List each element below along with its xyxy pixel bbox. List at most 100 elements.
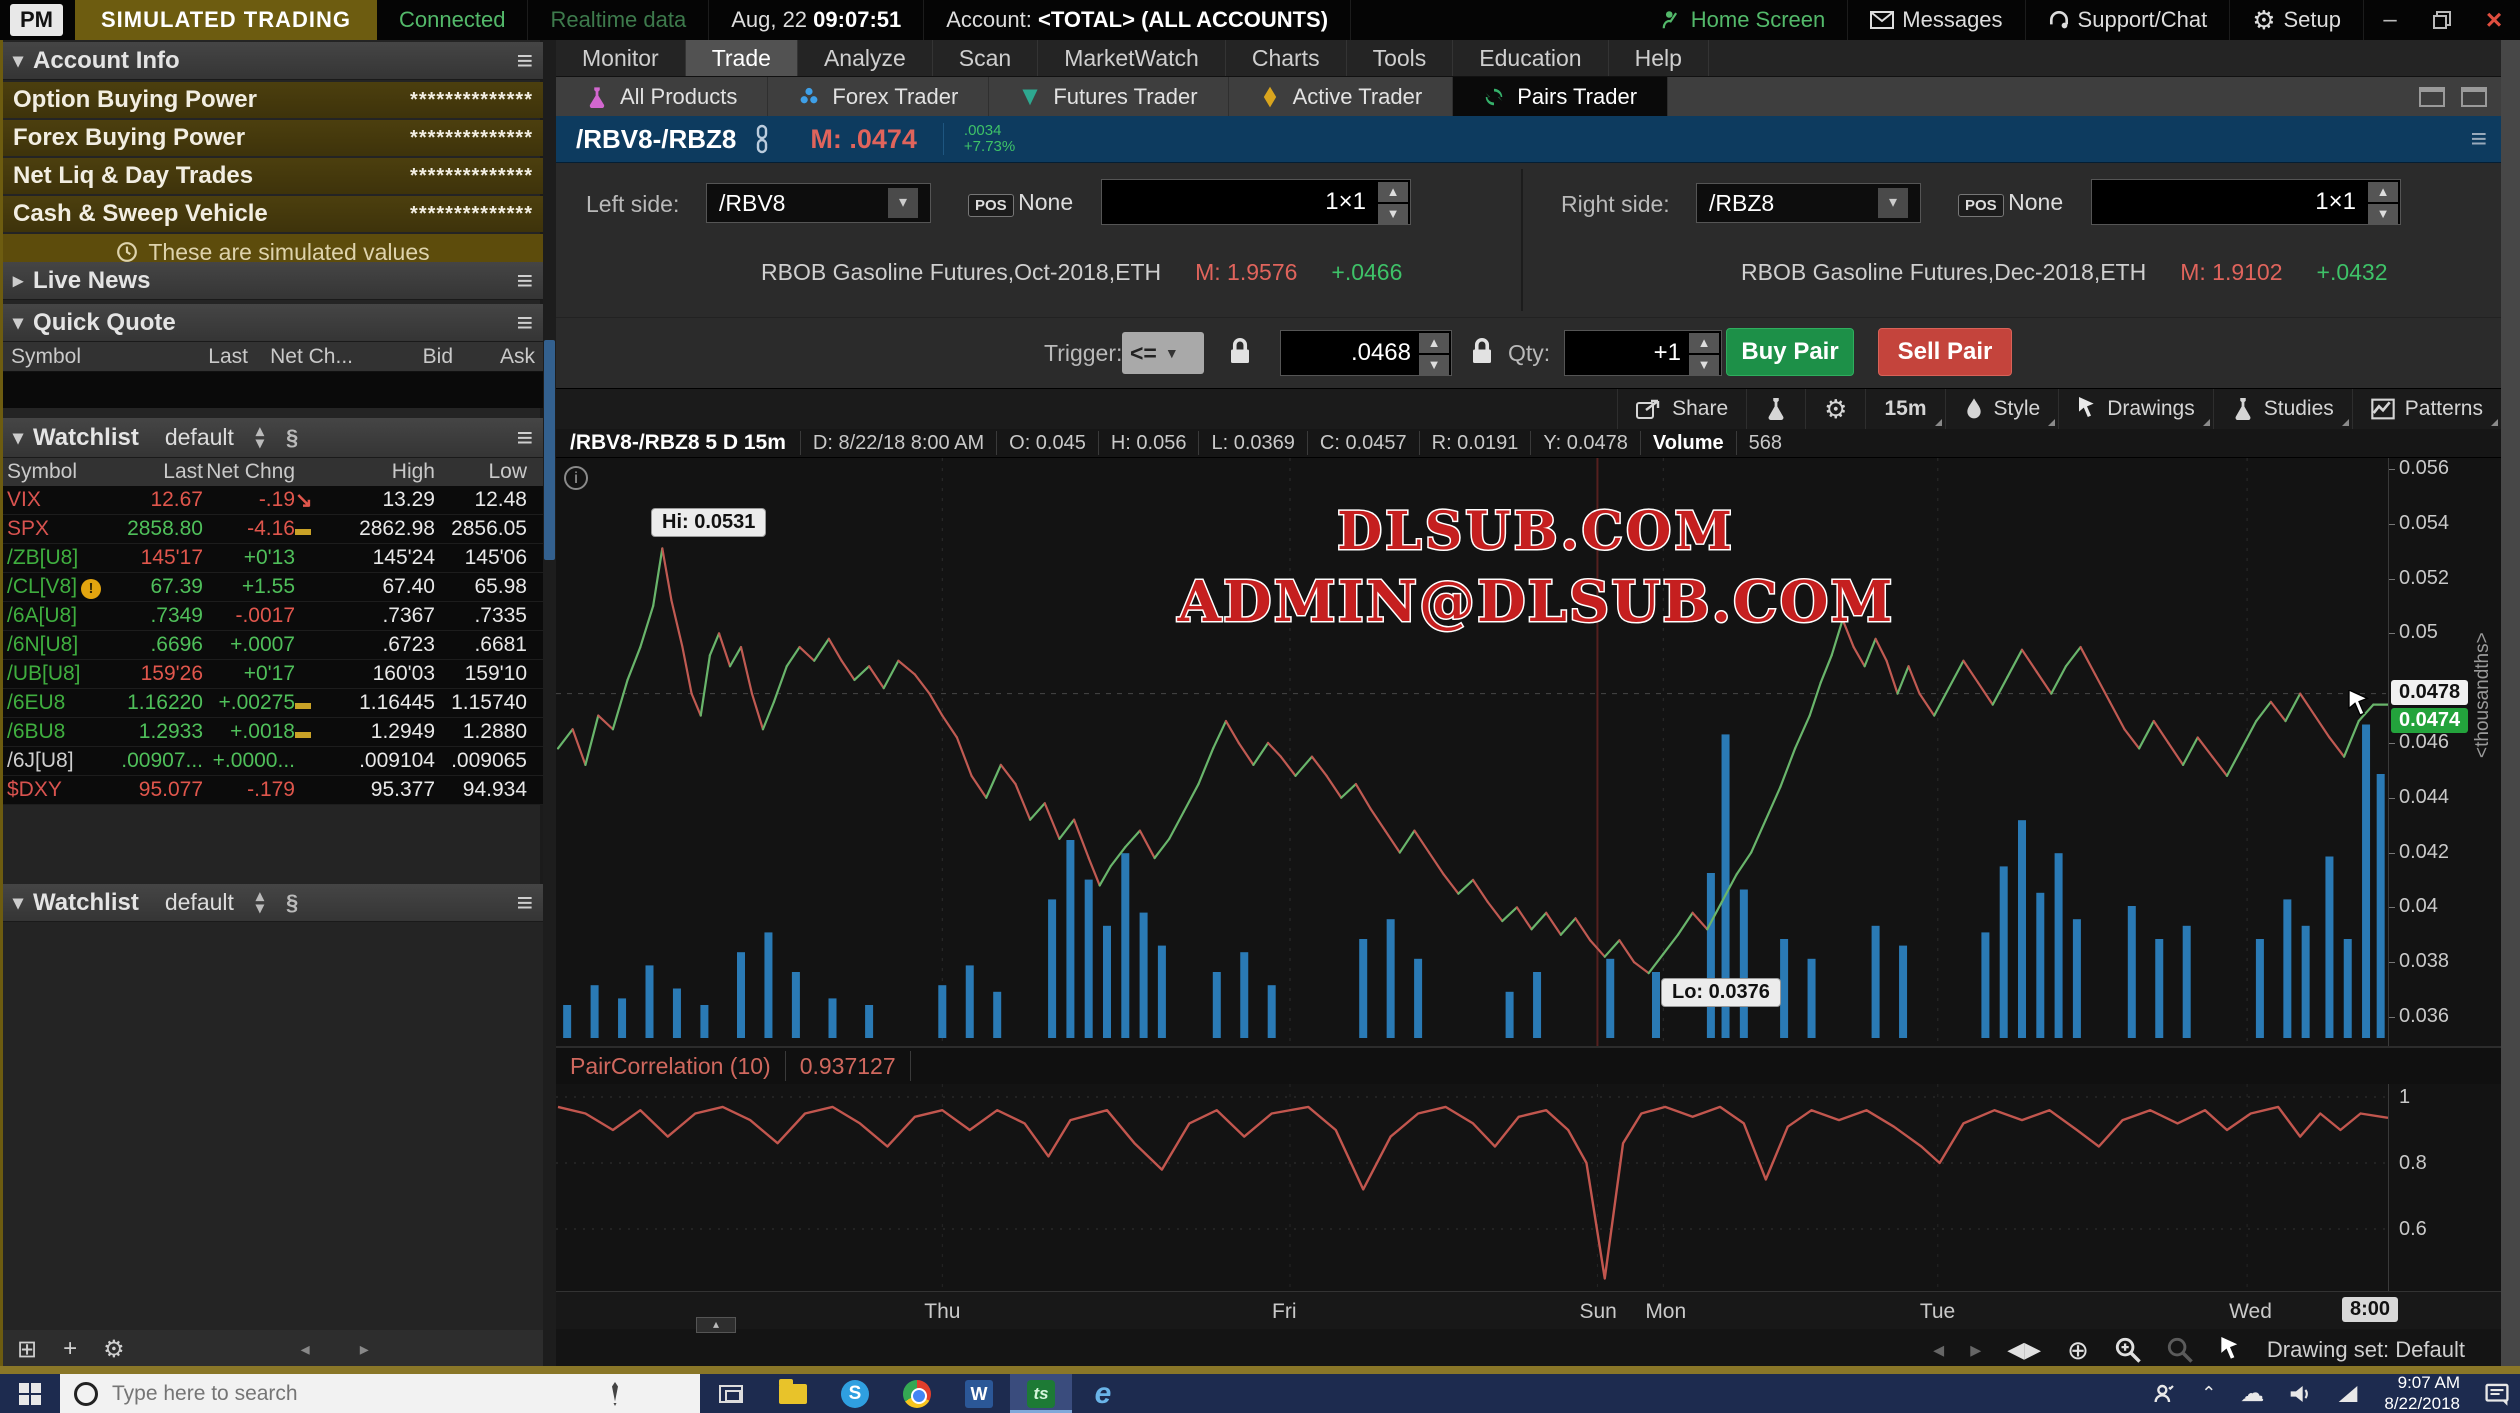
watchlist-row[interactable]: SPX2858.80-4.162862.982856.05	[3, 515, 543, 544]
support-chat-button[interactable]: Support/Chat	[2026, 0, 2231, 40]
crosshair-icon[interactable]: ⊕	[2067, 1335, 2089, 1366]
menu-item-charts[interactable]: Charts	[1226, 40, 1347, 76]
patterns-button[interactable]: Patterns	[2352, 389, 2501, 429]
watchlist-row[interactable]: /CL[V8]!67.39+1.5567.4065.98	[3, 573, 543, 602]
search-input[interactable]	[112, 1382, 592, 1406]
menu-item-marketwatch[interactable]: MarketWatch	[1038, 40, 1226, 76]
quick-quote-column-2[interactable]: Net Ch...	[252, 345, 357, 369]
subtab-active-trader[interactable]: Active Trader	[1229, 77, 1454, 116]
sort-spinner-icon[interactable]: ▴▾	[256, 891, 264, 913]
qty-spinner[interactable]: ▲▼	[1689, 333, 1719, 375]
link-icon[interactable]	[754, 124, 770, 154]
panel-menu-icon[interactable]: ≡	[517, 889, 533, 917]
watchlist-row[interactable]: /6A[U8].7349-.0017.7367.7335	[3, 602, 543, 631]
ratio-spinner[interactable]: ▲▼	[2368, 182, 2398, 224]
right-ratio-input[interactable]: 1×1 ▲▼	[2091, 179, 2401, 225]
menu-item-monitor[interactable]: Monitor	[556, 40, 686, 76]
scroll-left-icon[interactable]: ◂	[301, 1339, 310, 1360]
sell-pair-button[interactable]: Sell Pair	[1878, 328, 2012, 376]
right-symbol-select[interactable]: /RBZ8 ▾	[1696, 183, 1921, 223]
tray-clock[interactable]: 9:07 AM 8/22/2018	[2384, 1373, 2460, 1413]
menu-item-scan[interactable]: Scan	[933, 40, 1038, 76]
quick-quote-column-0[interactable]: Symbol	[7, 345, 157, 369]
scroll-right-icon[interactable]: ▸	[360, 1339, 369, 1360]
price-pane[interactable]: i DLSUB.COM ADMIN@DLSUB.COM Hi: 0.0531 L…	[556, 458, 2501, 1046]
spinner-up-icon[interactable]: ▲	[1689, 333, 1719, 353]
speaker-icon[interactable]	[2288, 1383, 2312, 1405]
buy-pair-button[interactable]: Buy Pair	[1726, 328, 1854, 376]
menu-item-help[interactable]: Help	[1609, 40, 1709, 76]
watchlist-column-High[interactable]: High	[333, 460, 435, 484]
collapse-caret-icon[interactable]: ▾	[13, 48, 23, 73]
word-button[interactable]: W	[948, 1374, 1010, 1413]
expand-caret-icon[interactable]: ▸	[13, 268, 23, 293]
share-button[interactable]: Share	[1617, 389, 1746, 429]
left-ratio-input[interactable]: 1×1 ▲▼	[1101, 179, 1411, 225]
quick-quote-column-4[interactable]: Ask	[457, 345, 539, 369]
skype-button[interactable]: S	[824, 1374, 886, 1413]
watchlist-row[interactable]: /6EU81.16220+.002751.164451.15740	[3, 689, 543, 718]
watchlist-row[interactable]: /ZB[U8]145'17+0'13145'24145'06	[3, 544, 543, 573]
drawing-set-dropdown[interactable]: Drawing set: Default	[2267, 1337, 2465, 1363]
messages-button[interactable]: Messages	[1848, 0, 2025, 40]
quick-quote-column-1[interactable]: Last	[157, 345, 252, 369]
onedrive-icon[interactable]: ☁	[2240, 1379, 2264, 1408]
expand-horizontal-icon[interactable]: ◀▶	[2007, 1337, 2041, 1363]
studies-button[interactable]: Studies	[2213, 389, 2352, 429]
watchlist-row[interactable]: $DXY95.077-.17995.37794.934	[3, 776, 543, 805]
panel-menu-icon[interactable]: ≡	[517, 424, 533, 452]
account-selector[interactable]: Account: <TOTAL> (ALL ACCOUNTS)	[924, 0, 1351, 40]
watchlist-row[interactable]: /6N[U8].6696+.0007.6723.6681	[3, 631, 543, 660]
chart-settings-button[interactable]: ⚙	[1805, 389, 1865, 429]
spinner-down-icon[interactable]: ▼	[1689, 355, 1719, 375]
quick-quote-column-3[interactable]: Bid	[357, 345, 457, 369]
spinner-down-icon[interactable]: ▼	[1419, 355, 1449, 375]
lock-icon[interactable]	[1470, 336, 1494, 371]
panel-menu-icon[interactable]: ≡	[517, 267, 533, 295]
people-icon[interactable]	[2153, 1382, 2177, 1406]
action-center-icon[interactable]	[2484, 1382, 2510, 1406]
watchlist2-header[interactable]: ▾ Watchlist default ▴▾ § ≡	[3, 884, 543, 922]
zoom-out-icon[interactable]	[2167, 1337, 2193, 1363]
watchlist-row[interactable]: /UB[U8]159'26+0'17160'03159'10	[3, 660, 543, 689]
collapse-caret-icon[interactable]: ▾	[13, 310, 23, 335]
style-button[interactable]: Style	[1945, 389, 2059, 429]
watchlist2-preset-dropdown[interactable]: default	[165, 889, 234, 916]
close-button[interactable]: ×	[2468, 0, 2520, 40]
add-gadget-icon[interactable]: +	[63, 1335, 77, 1363]
qty-input[interactable]: +1 ▲▼	[1564, 330, 1722, 376]
sidebar-scrollbar[interactable]	[543, 40, 556, 1370]
spinner-up-icon[interactable]: ▲	[1419, 333, 1449, 353]
live-news-header[interactable]: ▸ Live News ≡	[3, 262, 543, 300]
gear-icon[interactable]: ⚙	[103, 1335, 125, 1364]
account-info-header[interactable]: ▾ Account Info ≡	[3, 42, 543, 80]
sidebar-scrollbar-thumb[interactable]	[544, 340, 555, 560]
subtab-futures-trader[interactable]: Futures Trader	[989, 77, 1228, 116]
watchlist-column-Last[interactable]: Last	[111, 460, 203, 484]
price-axis[interactable]: 0.0478 0.0474 0.0560.0540.0520.050.0460.…	[2388, 458, 2468, 1046]
left-symbol-select[interactable]: /RBV8 ▾	[706, 183, 931, 223]
trigger-spinner[interactable]: ▲▼	[1419, 333, 1449, 375]
correlation-axis[interactable]: 10.80.6	[2388, 1084, 2468, 1291]
link-chart-icon[interactable]: §	[286, 427, 298, 449]
lock-icon[interactable]	[1228, 336, 1252, 371]
ratio-spinner[interactable]: ▲▼	[1378, 182, 1408, 224]
layout-grid-icon[interactable]	[2419, 87, 2445, 107]
menu-item-analyze[interactable]: Analyze	[798, 40, 933, 76]
watchlist-row[interactable]: VIX12.67-.19↘13.2912.48	[3, 486, 543, 515]
watchlist-row[interactable]: /6BU81.2933+.00181.29491.2880	[3, 718, 543, 747]
watchlist-column-Symbol[interactable]: Symbol	[7, 460, 111, 484]
minimize-button[interactable]: –	[2364, 0, 2416, 40]
time-axis[interactable]: 8:00 ThuFriSunMonTueWed	[556, 1291, 2501, 1329]
watchlist-column-Net Chng[interactable]: Net Chng	[203, 460, 295, 484]
timeframe-button[interactable]: 15m	[1865, 389, 1944, 429]
file-explorer-button[interactable]	[762, 1374, 824, 1413]
thinkorswim-taskbar-button[interactable]: ts	[1010, 1374, 1072, 1413]
spinner-up-icon[interactable]: ▲	[1378, 182, 1408, 202]
setup-button[interactable]: ⚙ Setup	[2230, 0, 2364, 40]
watchlist-column-Low[interactable]: Low	[435, 460, 527, 484]
info-icon[interactable]: i	[564, 466, 588, 490]
panel-menu-icon[interactable]: ≡	[517, 47, 533, 75]
link-chart-icon[interactable]: §	[286, 892, 298, 914]
pair-symbol[interactable]: /RBV8-/RBZ8	[576, 124, 736, 155]
